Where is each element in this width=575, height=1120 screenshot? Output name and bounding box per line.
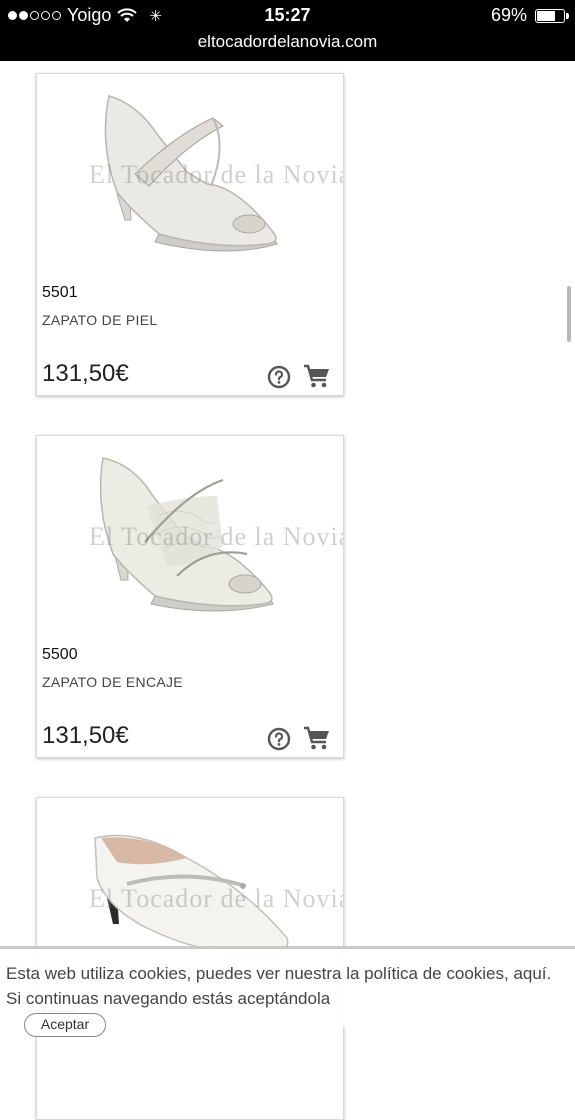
address-bar-url[interactable]: eltocadordelanovia.com: [0, 32, 575, 52]
status-bar: Yoigo ✳ 15:27 69% eltocadordelanovia.com: [0, 0, 575, 61]
clock: 15:27: [264, 5, 311, 25]
product-name[interactable]: ZAPATO DE PIEL: [42, 312, 157, 328]
product-card[interactable]: El Tocador de la Novia 5500 ZAPATO DE EN…: [36, 435, 344, 758]
cookie-text-start: Esta web utiliza cookies, puedes ver nue…: [6, 964, 347, 983]
cookie-banner: Esta web utiliza cookies, puedes ver nue…: [0, 946, 575, 1037]
product-name[interactable]: ZAPATO DE ENCAJE: [42, 674, 183, 690]
product-card[interactable]: El Tocador de la Novia 5501 ZAPATO DE PI…: [36, 73, 344, 396]
page-scrollbar[interactable]: [567, 286, 571, 342]
accept-cookies-button[interactable]: Aceptar: [24, 1013, 106, 1037]
product-ref: 5500: [42, 646, 78, 663]
cookie-text-end: Si continuas navegando estás aceptándola: [6, 989, 331, 1008]
question-icon[interactable]: [267, 727, 291, 751]
image-watermark: El Tocador de la Novia: [89, 884, 343, 913]
battery-icon: [535, 8, 569, 23]
product-image[interactable]: El Tocador de la Novia: [37, 74, 343, 274]
cart-icon[interactable]: [303, 725, 331, 751]
question-icon[interactable]: [267, 365, 291, 389]
image-watermark: El Tocador de la Novia: [89, 522, 343, 551]
battery-percent: 69%: [490, 5, 527, 25]
product-ref: 5501: [42, 284, 78, 301]
cart-icon[interactable]: [303, 363, 331, 389]
cookie-message: Esta web utiliza cookies, puedes ver nue…: [6, 961, 566, 1011]
product-image[interactable]: El Tocador de la Novia: [37, 436, 343, 636]
image-watermark: El Tocador de la Novia: [89, 160, 343, 189]
product-price: 131,50€: [42, 360, 129, 387]
cookie-policy-link[interactable]: la política de cookies, aquí.: [346, 964, 551, 983]
product-price: 131,50€: [42, 722, 129, 749]
